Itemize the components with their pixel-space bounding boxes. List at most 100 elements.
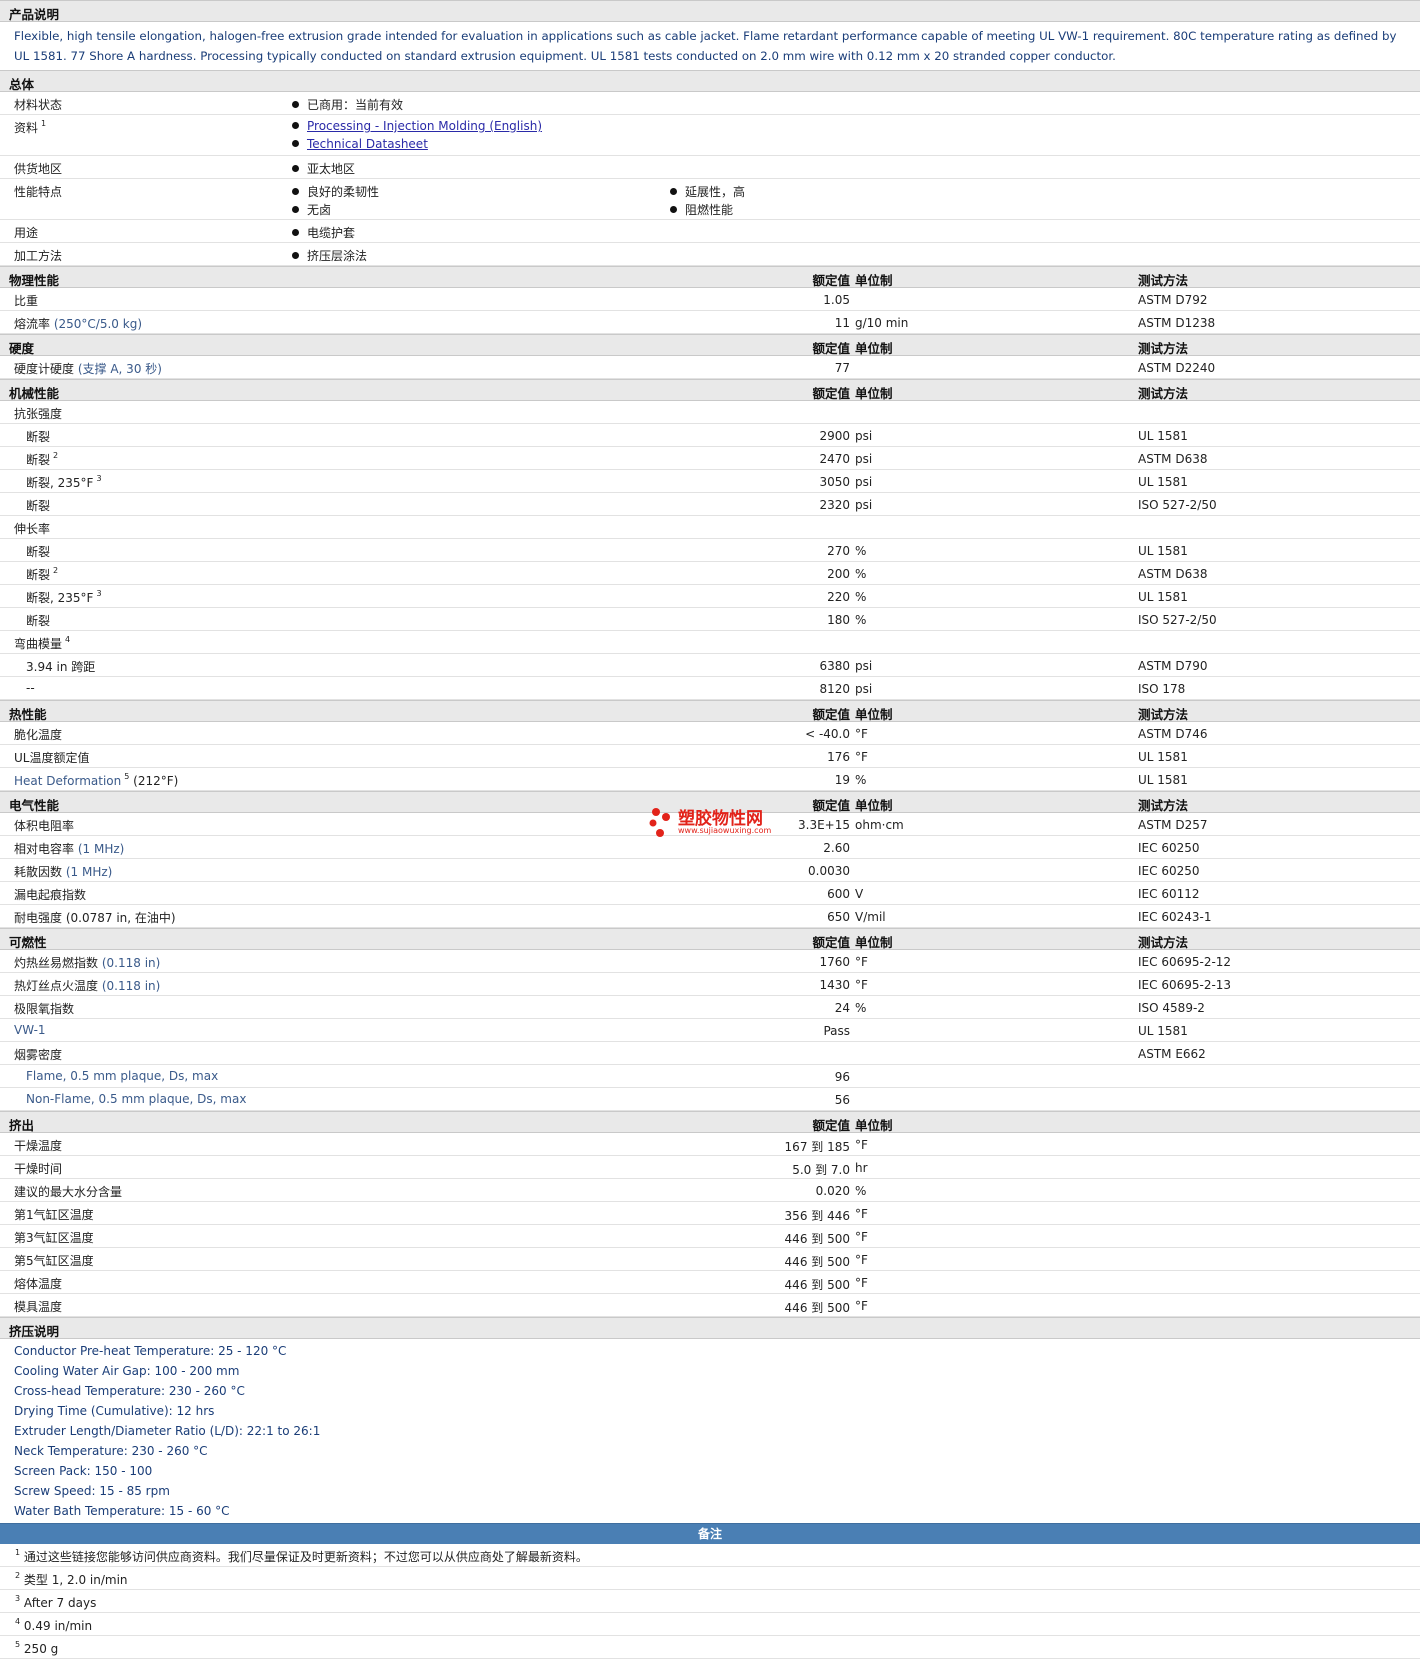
property-row: UL温度额定值 176 °F UL 1581 [0,745,1420,768]
property-label: 断裂 [26,614,51,628]
property-row: 熔流率 (250°C/5.0 kg) 11 g/10 min ASTM D123… [0,311,1420,334]
property-value: 600 [827,887,850,901]
bullet-text: 已商用：当前有效 [307,98,404,112]
property-label: VW-1 [14,1023,46,1037]
general-row-features: 性能特点 良好的柔韧性 延展性，高 无卤 阻燃性能 [0,179,1420,220]
property-unit: % [855,1184,867,1198]
section-title: 总体 [9,77,35,92]
property-row: VW-1 Pass UL 1581 [0,1019,1420,1042]
footnote-text: 类型 1, 2.0 in/min [23,1573,128,1587]
property-method: ASTM D790 [1138,659,1208,673]
footnote: 4 0.49 in/min [12,1617,92,1633]
label-text: 断裂, 235°F [26,476,94,490]
link-processing-doc[interactable]: Processing - Injection Molding (English) [307,119,542,133]
property-row: 极限氧指数 24% ISO 4589-2 [0,996,1420,1019]
property-method: ASTM D257 [1138,818,1208,832]
property-label: 断裂 [26,430,51,444]
label-text: 耐电强度 [14,911,63,925]
col-header-method: 测试方法 [1138,707,1189,722]
bullet-icon [292,122,299,129]
extrusion-note-line: Neck Temperature: 230 - 260 °C [14,1444,208,1458]
property-method: ISO 178 [1138,682,1186,696]
col-header-unit: 单位制 [855,273,893,288]
property-value: 0.020 [815,1184,850,1198]
general-row-use: 用途 电缆护套 [0,220,1420,243]
property-value: 0.0030 [808,864,850,878]
property-method: IEC 60243-1 [1138,910,1212,924]
extrusion-note-line: Conductor Pre-heat Temperature: 25 - 120… [14,1344,287,1358]
property-unit: psi [855,475,873,489]
property-unit: °F [855,1299,868,1313]
section-title: 物理性能 [9,273,60,288]
test-condition: (1 MHz) [65,865,113,879]
footnote-ref: 2 [53,566,59,575]
bullet-text: 阻燃性能 [685,203,734,217]
property-unit: °F [855,1276,868,1290]
property-value: 356 到 446 [784,1209,850,1223]
property-method: ISO 4589-2 [1138,1001,1205,1015]
bullet-item: 阻燃性能 [670,201,733,218]
property-method: IEC 60695-2-12 [1138,955,1232,969]
property-value: 1760 [819,955,850,969]
col-header-unit: 单位制 [855,935,893,950]
link-technical-datasheet[interactable]: Technical Datasheet [307,137,428,151]
section-header-extrusion: 挤出 额定值 单位制 [0,1111,1420,1133]
property-value: 270 [827,544,850,558]
bullet-icon [292,252,299,259]
property-unit: psi [855,498,873,512]
property-unit: °F [855,1253,868,1267]
footnote-ref: 1 [41,119,47,128]
property-label: 耐电强度 (0.0787 in, 在油中) [14,909,176,926]
col-header-unit: 单位制 [855,1118,893,1133]
property-method: IEC 60695-2-13 [1138,978,1232,992]
bullet-item: Processing - Injection Molding (English) [292,119,542,133]
row-label: 资料 1 [14,119,46,136]
property-unit: % [855,613,867,627]
property-label: UL温度额定值 [14,751,90,765]
property-value: 5.0 到 7.0 [792,1163,850,1177]
extrusion-note-line: Drying Time (Cumulative): 12 hrs [14,1404,215,1418]
property-unit: psi [855,452,873,466]
property-group-row: 抗张强度 [0,401,1420,424]
property-value: 2.60 [823,841,850,855]
property-label: 3.94 in 跨距 [26,660,96,674]
property-row: Non-Flame, 0.5 mm plaque, Ds, max 56 [0,1088,1420,1111]
property-method: IEC 60250 [1138,864,1200,878]
watermark-logo: 塑胶物性网 www.sujiaowuxing.com [648,807,771,842]
footnote-row: 5 250 g [0,1636,1420,1659]
property-method: UL 1581 [1138,475,1188,489]
general-row-status: 材料状态 已商用：当前有效 [0,92,1420,115]
property-method: ASTM E662 [1138,1047,1206,1061]
property-row: 相对电容率 (1 MHz) 2.60 IEC 60250 [0,836,1420,859]
property-unit: °F [855,978,868,992]
col-header-nominal: 额定值 [812,341,850,356]
row-label: 性能特点 [14,185,63,199]
property-group-row: 弯曲模量 4 [0,631,1420,654]
property-row: 断裂 180% ISO 527-2/50 [0,608,1420,631]
bullet-item: 亚太地区 [292,160,355,177]
property-label: Heat Deformation 5 (212°F) [14,772,178,788]
row-label: 加工方法 [14,249,63,263]
footnote-number: 2 [15,1571,21,1580]
watermark-url: www.sujiaowuxing.com [678,826,772,835]
footnote-ref: 4 [65,635,71,644]
property-unit: °F [855,1230,868,1244]
col-header-method: 测试方法 [1138,798,1189,813]
label-text: 断裂, 235°F [26,591,94,605]
test-condition: (250°C/5.0 kg) [53,317,142,331]
property-label: Non-Flame, 0.5 mm plaque, Ds, max [26,1092,247,1106]
property-value: 56 [834,1093,850,1107]
property-method: UL 1581 [1138,429,1188,443]
bullet-item: 良好的柔韧性 [292,183,379,200]
property-value: 200 [827,567,850,581]
property-label: 建议的最大水分含量 [14,1185,123,1199]
property-row: Heat Deformation 5 (212°F) 19% UL 1581 [0,768,1420,791]
general-row-docs: 资料 1 Processing - Injection Molding (Engl… [0,115,1420,156]
property-method: ASTM D638 [1138,567,1208,581]
property-label: 干燥温度 [14,1139,63,1153]
property-row: 脆化温度 < -40.0 °F ASTM D746 [0,722,1420,745]
property-label: 漏电起痕指数 [14,888,87,902]
test-condition: (0.0787 in, 在油中) [65,911,176,925]
property-row: 模具温度 446 到 500 °F [0,1294,1420,1317]
property-value: 176 [827,750,850,764]
